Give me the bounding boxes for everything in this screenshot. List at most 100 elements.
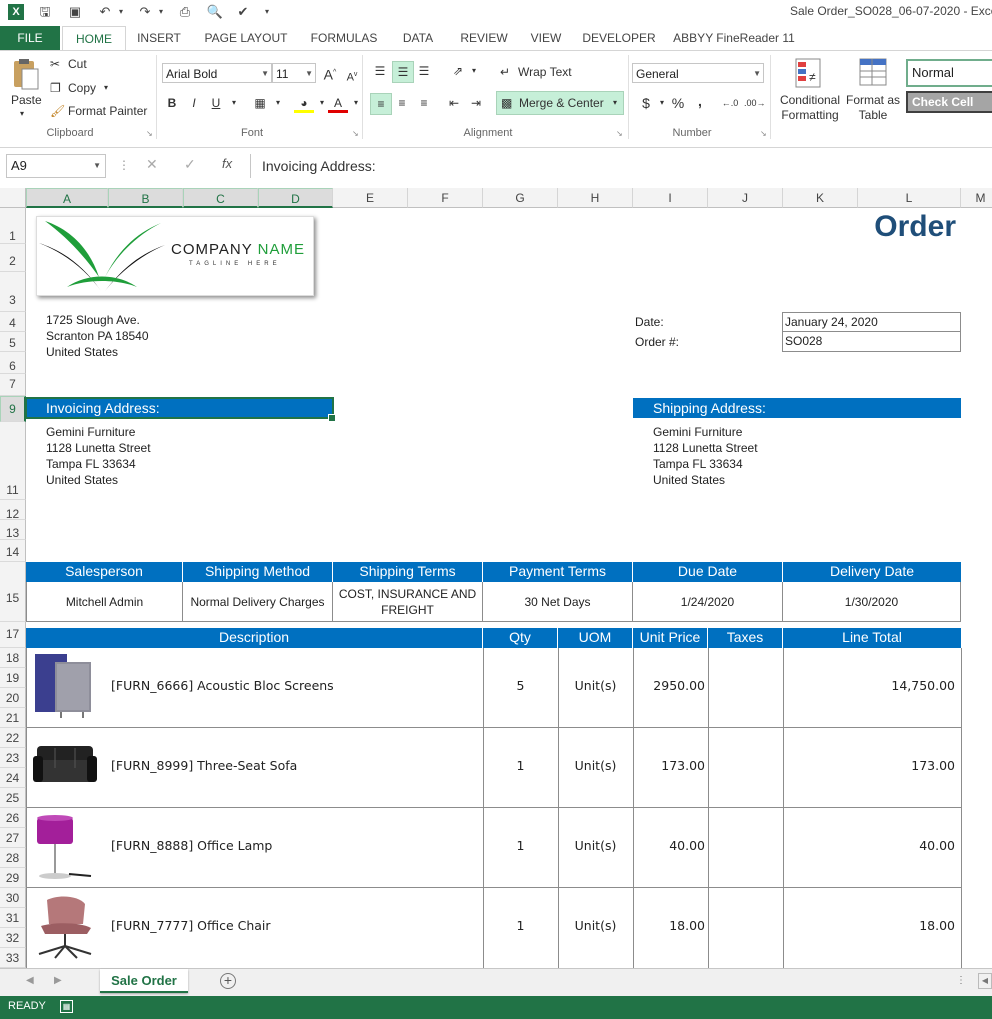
row-header-26[interactable]: 26 [0,808,26,828]
tab-insert[interactable]: INSERT [132,26,186,50]
row-header-5[interactable]: 5 [0,332,26,352]
info-header-shipping-method[interactable]: Shipping Method [183,562,333,582]
order-number-value[interactable]: SO028 [782,331,961,352]
table-row[interactable]: [FURN_8888] Office Lamp 1 Unit(s) 40.00 … [27,808,962,888]
info-header-salesperson[interactable]: Salesperson [26,562,183,582]
row-header-3[interactable]: 3 [0,272,26,312]
column-header-m[interactable]: M [961,188,992,208]
spelling-icon[interactable]: ✔ [234,3,252,21]
align-center-icon[interactable]: ≡ [392,93,412,113]
table-row[interactable]: [FURN_7777] Office Chair 1 Unit(s) 18.00… [27,888,962,968]
name-box[interactable]: A9 ▼ [6,154,106,178]
row-header-25[interactable]: 25 [0,788,26,808]
paste-button[interactable]: Paste [11,93,42,107]
row-header-1[interactable]: 1 [0,208,26,244]
date-value[interactable]: January 24, 2020 [782,312,961,332]
tab-view[interactable]: VIEW [526,26,566,50]
paste-dropdown-icon[interactable]: ▾ [20,109,24,118]
format-as-table-icon[interactable] [858,57,888,89]
save-icon[interactable]: 🖫 [36,3,54,21]
percent-button[interactable]: % [668,93,688,113]
info-value-shipping-method[interactable]: Normal Delivery Charges [183,582,333,621]
add-sheet-icon[interactable]: + [220,973,236,989]
row-header-32[interactable]: 32 [0,928,26,948]
table-row[interactable]: [FURN_8999] Three-Seat Sofa 1 Unit(s) 17… [27,728,962,808]
info-value-shipping-terms[interactable]: COST, INSURANCE AND FREIGHT [333,582,483,621]
align-right-icon[interactable]: ≡ [414,93,434,113]
underline-dropdown-icon[interactable]: ▾ [224,93,244,113]
formula-input[interactable]: Invoicing Address: [250,154,992,178]
merge-center-button[interactable]: ▩ Merge & Center ▾ [496,91,624,115]
copy-icon[interactable]: ❐ [50,81,61,95]
sheet-tab-sale-order[interactable]: Sale Order [100,969,188,993]
tab-page-layout[interactable]: PAGE LAYOUT [200,26,292,50]
row-header-28[interactable]: 28 [0,848,26,868]
info-header-due-date[interactable]: Due Date [633,562,783,582]
row-header-2[interactable]: 2 [0,244,26,272]
select-all-corner[interactable] [0,188,26,208]
row-header-14[interactable]: 14 [0,540,26,562]
row-header-11[interactable]: 11 [0,422,26,500]
lines-header-description[interactable]: Description [26,628,483,648]
lines-header-taxes[interactable]: Taxes [708,628,783,648]
redo-dropdown-icon[interactable]: ▾ [152,3,170,21]
row-header-17[interactable]: 17 [0,622,26,648]
scroll-left-icon[interactable]: ◀ [978,973,992,989]
save-icon-alt[interactable]: ▣ [66,3,84,21]
info-value-due-date[interactable]: 1/24/2020 [633,582,783,621]
row-header-4[interactable]: 4 [0,312,26,332]
zoom-preview-icon[interactable]: 🔍 [206,3,224,21]
align-left-icon[interactable]: ≡ [370,93,392,115]
macro-record-icon[interactable]: ▦ [60,1000,73,1013]
column-header-d[interactable]: D [258,188,333,208]
row-header-29[interactable]: 29 [0,868,26,888]
decrease-indent-icon[interactable]: ⇤ [444,93,464,113]
enter-icon[interactable]: ✓ [184,156,196,173]
row-header-33[interactable]: 33 [0,948,26,968]
row-header-22[interactable]: 22 [0,728,26,748]
column-header-e[interactable]: E [333,188,408,208]
lines-header-unit-price[interactable]: Unit Price [633,628,708,648]
fill-color-icon[interactable]: ◕ [294,93,314,113]
number-format-combo[interactable]: General ▼ [632,63,764,83]
style-check-cell[interactable]: Check Cell [906,91,992,113]
scroll-tabs-left-icon[interactable]: ◀ [26,975,34,986]
info-value-salesperson[interactable]: Mitchell Admin [27,582,183,621]
format-painter-icon[interactable]: 🖌 [50,104,65,118]
clipboard-launcher-icon[interactable]: ↘ [146,129,153,138]
row-header-7[interactable]: 7 [0,374,26,396]
row-header-9[interactable]: 9 [0,396,26,422]
undo-dropdown-icon[interactable]: ▾ [112,3,130,21]
column-header-i[interactable]: I [633,188,708,208]
lines-header-line-total[interactable]: Line Total [783,628,961,648]
lines-header-uom[interactable]: UOM [558,628,633,648]
comma-button[interactable]: , [690,91,710,111]
fill-handle[interactable] [328,414,336,422]
tab-developer[interactable]: DEVELOPER [582,26,656,50]
tab-file[interactable]: FILE [0,26,60,50]
row-header-19[interactable]: 19 [0,668,26,688]
row-header-21[interactable]: 21 [0,708,26,728]
format-as-table-button[interactable]: Format as Table [844,93,902,123]
align-top-icon[interactable]: ☰ [370,61,390,81]
column-header-f[interactable]: F [408,188,483,208]
tab-home[interactable]: HOME [62,26,126,51]
cut-icon[interactable]: ✂ [50,57,60,71]
conditional-formatting-button[interactable]: Conditional Formatting [778,93,842,123]
font-name-combo[interactable]: Arial Bold ▼ [162,63,272,83]
conditional-formatting-icon[interactable]: ≠ [794,57,824,89]
increase-decimal-icon[interactable]: ←.0 [720,93,740,113]
row-header-13[interactable]: 13 [0,520,26,540]
scroll-tabs-right-icon[interactable]: ▶ [54,975,62,986]
format-painter-button[interactable]: Format Painter [68,104,147,118]
info-value-delivery-date[interactable]: 1/30/2020 [783,582,961,621]
info-header-payment-terms[interactable]: Payment Terms [483,562,633,582]
worksheet-grid[interactable]: A B C D E F G H I J K L M 1 2 3 4 5 6 7 … [0,188,992,968]
column-header-g[interactable]: G [483,188,558,208]
copy-dropdown-icon[interactable]: ▾ [104,83,108,92]
shipping-address-header[interactable]: Shipping Address: [633,398,961,418]
borders-icon[interactable]: ▦ [250,93,270,113]
font-color-dropdown-icon[interactable]: ▾ [346,93,366,113]
row-header-18[interactable]: 18 [0,648,26,668]
cancel-icon[interactable]: ✕ [146,156,158,173]
